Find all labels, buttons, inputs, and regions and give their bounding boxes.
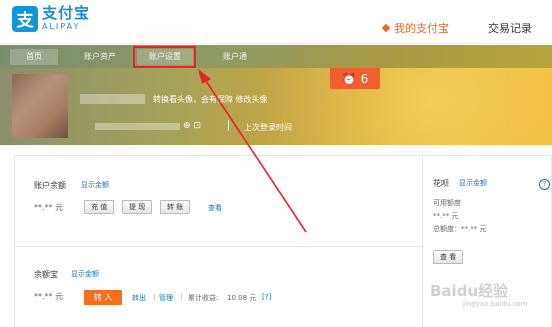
nav-transaction-records[interactable]: 交易记录 — [488, 20, 532, 36]
income-help-link[interactable]: [?] — [262, 293, 271, 301]
nav-my-alipay-label: 我的支付宝 — [394, 22, 449, 35]
subnav-home[interactable]: 首页 — [10, 49, 58, 65]
alipay-logo-icon: 支 — [12, 5, 38, 32]
reminder-badge[interactable]: ⏰ 6 — [330, 68, 380, 89]
diamond-icon — [381, 23, 391, 33]
income-value: 10.08 元 — [227, 294, 257, 302]
reminder-count: 6 — [360, 71, 369, 86]
balance-view-link[interactable]: 查看 — [208, 203, 222, 213]
transfer-in-button[interactable]: 转 入 — [84, 290, 122, 305]
last-login-text: 上次登录时间 — [244, 123, 292, 132]
avatar-hint-1: 转换看头像，会 — [153, 95, 209, 104]
balance-show-amount-link[interactable]: 显示金额 — [81, 180, 109, 190]
subnav-account-channel[interactable]: 账户通 — [210, 49, 260, 65]
alipay-logo[interactable]: 支 支付宝 ALIPAY — [12, 5, 90, 32]
separator-2: | — [180, 293, 183, 301]
huabei-show-amount-link[interactable]: 显示金额 — [459, 178, 487, 188]
alarm-clock-icon: ⏰ — [341, 71, 357, 86]
top-header: 支 支付宝 ALIPAY 我的支付宝 交易记录 — [0, 0, 552, 44]
balance-amount: **.** 元 — [34, 203, 64, 212]
blurred-username — [80, 94, 145, 104]
baidu-watermark-url: jingyan.baidu.com — [463, 300, 528, 308]
balance-label: 账户余额 — [34, 181, 66, 190]
security-icons[interactable]: ⊕⊡ — [183, 121, 204, 131]
help-icon[interactable]: ? — [539, 179, 550, 190]
avatar-hint: 转换看头像，会有保障 修改头像 — [153, 94, 268, 105]
withdraw-button[interactable]: 提 现 — [122, 200, 153, 214]
nav-my-alipay[interactable]: 我的支付宝 — [381, 20, 449, 36]
recharge-button[interactable]: 充 值 — [84, 200, 115, 214]
available-limit-value: **.** 元 — [433, 212, 459, 220]
huabei-label: 花呗 — [433, 179, 449, 188]
yuebao-amount: **.** 元 — [34, 292, 64, 301]
huabei-view-button[interactable]: 查 看 — [433, 250, 464, 264]
yuebao-show-amount-link[interactable]: 显示金额 — [71, 269, 99, 279]
income-label: 累计收益: — [188, 294, 219, 302]
separator: | — [153, 293, 156, 301]
subnav-assets[interactable]: 账户资产 — [75, 49, 125, 65]
avatar[interactable] — [12, 74, 68, 138]
manage-link[interactable]: 管理 — [159, 293, 173, 303]
row-divider — [15, 246, 423, 247]
yuebao-label: 余额宝 — [34, 270, 58, 279]
transfer-button[interactable]: 转 账 — [160, 200, 191, 214]
sub-navigation: 首页 账户资产 账户设置 账户通 — [0, 45, 552, 68]
available-limit-label: 可用额度 — [433, 199, 461, 207]
avatar-hint-2[interactable]: 有保障 修改头像 — [209, 95, 268, 104]
blurred-account — [95, 123, 180, 130]
account-panel: 账户余额 显示金额 **.** 元 充 值 提 现 转 账 查看 余额宝 显示金… — [14, 155, 423, 327]
logo-cn-text: 支付宝 — [42, 4, 91, 22]
divider — [228, 120, 229, 131]
total-limit: 总额度：**.** 元 — [433, 225, 487, 233]
transfer-out-link[interactable]: 转出 — [132, 293, 146, 303]
profile-banner: 转换看头像，会有保障 修改头像 ⊕⊡ 上次登录时间 ⏰ 6 — [0, 68, 552, 145]
baidu-watermark: Baidu经验 — [430, 282, 509, 300]
logo-text: 支付宝 ALIPAY — [42, 5, 90, 32]
highlight-box — [133, 46, 196, 68]
logo-en-text: ALIPAY — [42, 22, 81, 31]
